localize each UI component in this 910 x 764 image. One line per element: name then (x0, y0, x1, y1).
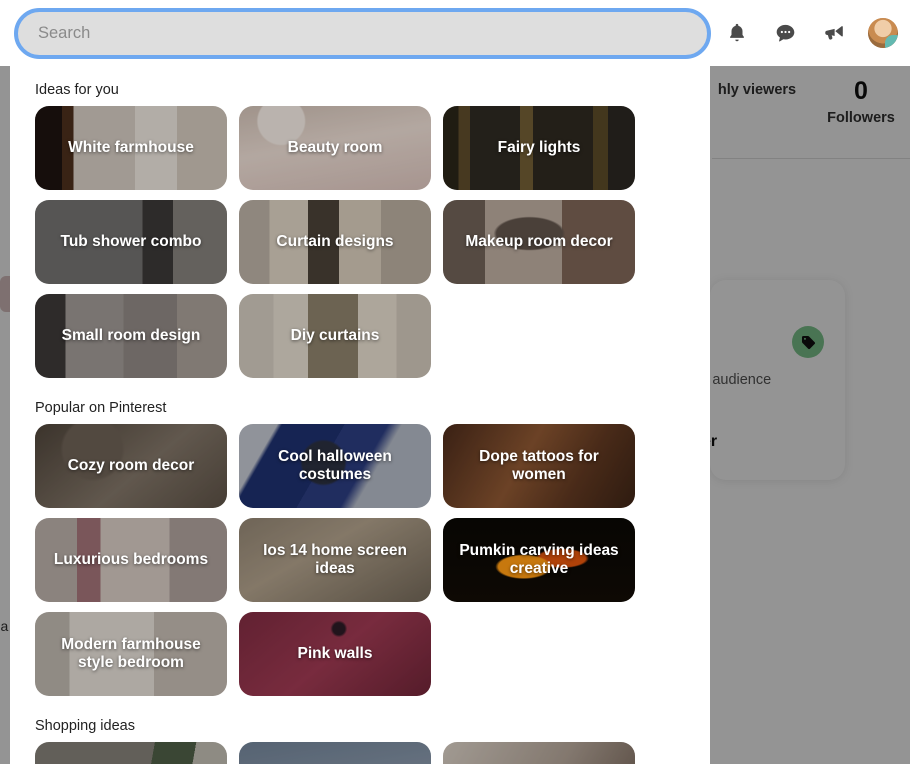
suggestion-tile-beauty-room[interactable]: Beauty room (239, 106, 431, 190)
shopping-tile-2[interactable] (239, 742, 431, 764)
tile-label: Diy curtains (281, 327, 390, 345)
shopping-tile-3[interactable] (443, 742, 635, 764)
message-icon[interactable] (772, 20, 798, 46)
suggestion-tile-tub-shower-combo[interactable]: Tub shower combo (35, 200, 227, 284)
suggestion-tile-fairy-lights[interactable]: Fairy lights (443, 106, 635, 190)
suggestion-tile-diy-curtains[interactable]: Diy curtains (239, 294, 431, 378)
tile-grid-shopping-ideas (35, 742, 710, 764)
megaphone-icon[interactable] (820, 20, 846, 46)
tile-label: Tub shower combo (51, 233, 212, 251)
tile-label: Cool halloween costumes (239, 448, 431, 485)
tile-label: Dope tattoos for women (443, 448, 635, 485)
suggestion-tile-pumkin-carving-ideas-creative[interactable]: Pumkin carving ideas creative (443, 518, 635, 602)
tile-scrim (443, 742, 635, 764)
suggestion-tile-makeup-room-decor[interactable]: Makeup room decor (443, 200, 635, 284)
search-suggestions-panel: Ideas for you White farmhouse Beauty roo… (10, 66, 710, 764)
tile-label: Luxurious bedrooms (44, 551, 218, 569)
avatar[interactable] (868, 18, 898, 48)
tile-label: Pink walls (288, 645, 383, 663)
tile-label: Modern farmhouse style bedroom (35, 636, 227, 673)
bell-icon[interactable] (724, 20, 750, 46)
tile-label: Cozy room decor (58, 457, 205, 475)
suggestion-tile-dope-tattoos-for-women[interactable]: Dope tattoos for women (443, 424, 635, 508)
suggestion-tile-small-room-design[interactable]: Small room design (35, 294, 227, 378)
section-title-popular-on-pinterest: Popular on Pinterest (35, 400, 710, 416)
section-title-ideas-for-you: Ideas for you (35, 82, 710, 98)
avatar-accent (885, 35, 898, 48)
tile-label: Curtain designs (266, 233, 403, 251)
tile-label: Small room design (52, 327, 211, 345)
tile-label: Makeup room decor (455, 233, 622, 251)
tile-label: Beauty room (278, 139, 393, 157)
header-actions (724, 0, 898, 66)
shopping-tile-1[interactable] (35, 742, 227, 764)
suggestion-tile-curtain-designs[interactable]: Curtain designs (239, 200, 431, 284)
tile-scrim (239, 742, 431, 764)
suggestion-tile-cozy-room-decor[interactable]: Cozy room decor (35, 424, 227, 508)
tile-label: Pumkin carving ideas creative (443, 542, 635, 579)
suggestion-tile-cool-halloween-costumes[interactable]: Cool halloween costumes (239, 424, 431, 508)
suggestion-tile-ios-14-home-screen-ideas[interactable]: Ios 14 home screen ideas (239, 518, 431, 602)
search-input[interactable] (38, 24, 687, 43)
tile-grid-popular-on-pinterest: Cozy room decor Cool halloween costumes … (35, 424, 710, 696)
tile-scrim (35, 742, 227, 764)
search-suggestions-content: Ideas for you White farmhouse Beauty roo… (10, 66, 710, 764)
section-title-shopping-ideas: Shopping ideas (35, 718, 710, 734)
tile-label: White farmhouse (58, 139, 204, 157)
suggestion-tile-luxurious-bedrooms[interactable]: Luxurious bedrooms (35, 518, 227, 602)
tile-label: Fairy lights (488, 139, 591, 157)
tile-label: Ios 14 home screen ideas (239, 542, 431, 579)
suggestion-tile-pink-walls[interactable]: Pink walls (239, 612, 431, 696)
suggestion-tile-modern-farmhouse-style-bedroom[interactable]: Modern farmhouse style bedroom (35, 612, 227, 696)
suggestion-tile-white-farmhouse[interactable]: White farmhouse (35, 106, 227, 190)
app-header (0, 0, 910, 66)
search-box[interactable] (14, 8, 711, 59)
tile-grid-ideas-for-you: White farmhouse Beauty room Fairy lights… (35, 106, 710, 378)
app-root: hly viewers 0 Followers e your audience … (0, 0, 910, 764)
